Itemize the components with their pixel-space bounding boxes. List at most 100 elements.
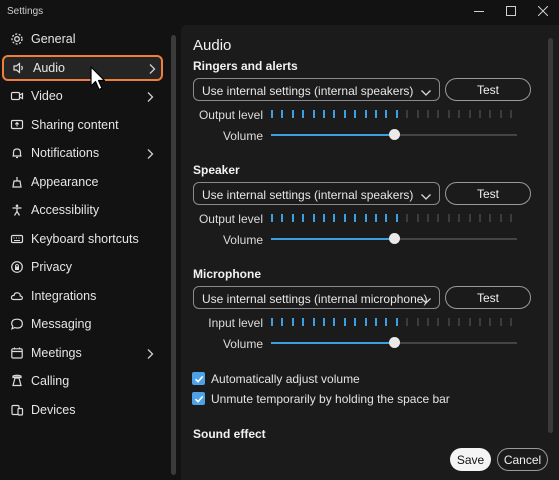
selected-device: Use internal settings (internal micropho…	[202, 292, 428, 306]
microphone-volume-slider[interactable]	[271, 337, 517, 349]
level-tick	[510, 318, 513, 326]
chevron-right-icon	[147, 92, 154, 102]
sidebar-item-meetings[interactable]: Meetings	[2, 340, 163, 366]
speaker-level-meter	[271, 214, 517, 224]
microphone-level-meter	[271, 318, 517, 328]
sidebar-item-audio[interactable]: Audio	[2, 54, 163, 81]
sidebar-item-label: Audio	[33, 60, 65, 75]
chat-bubble-icon	[10, 317, 24, 331]
ringers-and-alerts-test-button[interactable]: Test	[445, 78, 531, 101]
level-tick	[302, 110, 305, 118]
ringers-and-alerts-volume-slider[interactable]	[271, 129, 517, 141]
volume-slider-thumb[interactable]	[389, 233, 400, 244]
speaker-device-select[interactable]: Use internal settings (internal speakers…	[193, 182, 440, 205]
level-tick	[354, 214, 357, 222]
sidebar-item-label: Notifications	[31, 146, 100, 160]
level-tick	[302, 214, 305, 222]
speaker-test-button[interactable]: Test	[445, 182, 531, 205]
privacy-icon	[10, 260, 24, 274]
level-tick	[395, 110, 398, 118]
sidebar-scrollbar[interactable]	[170, 25, 177, 480]
level-tick	[447, 110, 450, 118]
sound-effect-heading: Sound effect	[193, 427, 266, 441]
sidebar-item-integrations[interactable]: Integrations	[2, 283, 163, 309]
chevron-right-icon	[149, 63, 156, 74]
sidebar-item-label: General	[31, 32, 76, 46]
sidebar-item-general[interactable]: General	[2, 26, 163, 52]
level-tick	[281, 110, 284, 118]
sidebar-item-notifications[interactable]: Notifications	[2, 140, 163, 166]
sidebar-item-label: Meetings	[31, 345, 82, 360]
close-button[interactable]	[527, 0, 559, 22]
save-button[interactable]: Save	[450, 448, 491, 471]
chevron-down-icon	[420, 189, 432, 207]
sidebar-item-label: Integrations	[31, 288, 97, 303]
sidebar-item-keyboard-shortcuts[interactable]: Keyboard shortcuts	[2, 226, 163, 252]
sidebar-item-video[interactable]: Video	[2, 83, 163, 109]
level-tick	[468, 318, 471, 326]
sidebar-item-messaging[interactable]: Messaging	[2, 311, 163, 337]
panel-scrollbar[interactable]	[547, 30, 554, 445]
level-tick	[458, 110, 461, 118]
settings-sidebar: General Audio Video Sharing content Notifica…	[0, 25, 168, 480]
sidebar-item-privacy[interactable]: Privacy	[2, 254, 163, 280]
sidebar-item-label: Calling	[31, 374, 70, 388]
level-tick	[395, 318, 398, 326]
panel-scrollbar-thumb[interactable]	[548, 38, 553, 433]
mouse-pointer-icon	[90, 66, 106, 91]
level-tick	[364, 214, 367, 222]
level-tick	[499, 318, 502, 326]
sidebar-item-label: Accessibility	[31, 203, 100, 217]
sidebar-item-accessibility[interactable]: Accessibility	[2, 197, 163, 223]
level-tick	[479, 110, 481, 118]
level-tick	[406, 214, 409, 222]
selected-device: Use internal settings (internal speakers…	[202, 188, 414, 202]
sidebar-item-devices[interactable]: Devices	[2, 397, 163, 423]
level-tick	[291, 110, 294, 118]
sidebar-item-label: Appearance	[31, 174, 99, 189]
bell-icon	[10, 146, 24, 160]
sidebar-item-appearance[interactable]: Appearance	[2, 169, 163, 195]
unmute-space-bar-checkbox[interactable]	[192, 392, 205, 405]
video-camera-icon	[10, 89, 24, 103]
maximize-icon	[506, 6, 516, 16]
ringers-and-alerts-device-select[interactable]: Use internal settings (internal speakers…	[193, 78, 440, 101]
level-tick	[364, 318, 367, 326]
volume-slider-thumb[interactable]	[389, 129, 400, 140]
level-label: Output level	[198, 212, 263, 226]
level-tick	[385, 214, 388, 222]
sidebar-item-sharing-content[interactable]: Sharing content	[2, 112, 163, 138]
level-label: Input level	[208, 316, 263, 330]
section-heading: Microphone	[193, 267, 261, 281]
level-tick	[489, 110, 492, 118]
auto-adjust-volume-checkbox[interactable]	[192, 372, 205, 385]
level-tick	[375, 214, 377, 222]
level-tick	[385, 318, 388, 326]
level-tick	[312, 110, 315, 118]
level-tick	[302, 318, 305, 326]
microphone-test-button[interactable]: Test	[445, 286, 531, 309]
maximize-button[interactable]	[495, 0, 527, 22]
level-tick	[333, 318, 336, 326]
sidebar-item-label: Keyboard shortcuts	[31, 231, 139, 246]
selected-device: Use internal settings (internal speakers…	[202, 84, 414, 98]
cancel-button[interactable]: Cancel	[497, 448, 548, 471]
microphone-device-select[interactable]: Use internal settings (internal micropho…	[193, 286, 440, 309]
minimize-button[interactable]	[463, 0, 495, 22]
level-tick	[437, 214, 440, 222]
level-tick	[437, 318, 440, 326]
level-tick	[385, 110, 388, 118]
section-heading: Ringers and alerts	[193, 59, 298, 73]
checkmark-icon	[194, 395, 203, 403]
speaker-volume-slider[interactable]	[271, 233, 517, 245]
sidebar-item-calling[interactable]: Calling	[2, 368, 163, 394]
sidebar-scrollbar-thumb[interactable]	[171, 35, 176, 475]
volume-slider-thumb[interactable]	[389, 337, 400, 348]
level-tick	[375, 318, 377, 326]
ringers-and-alerts-level-meter	[271, 110, 517, 120]
sidebar-item-label: Video	[31, 89, 63, 103]
level-tick	[395, 214, 398, 222]
sidebar-item-label: Messaging	[31, 317, 92, 331]
volume-label: Volume	[222, 337, 263, 351]
level-tick	[291, 214, 294, 222]
